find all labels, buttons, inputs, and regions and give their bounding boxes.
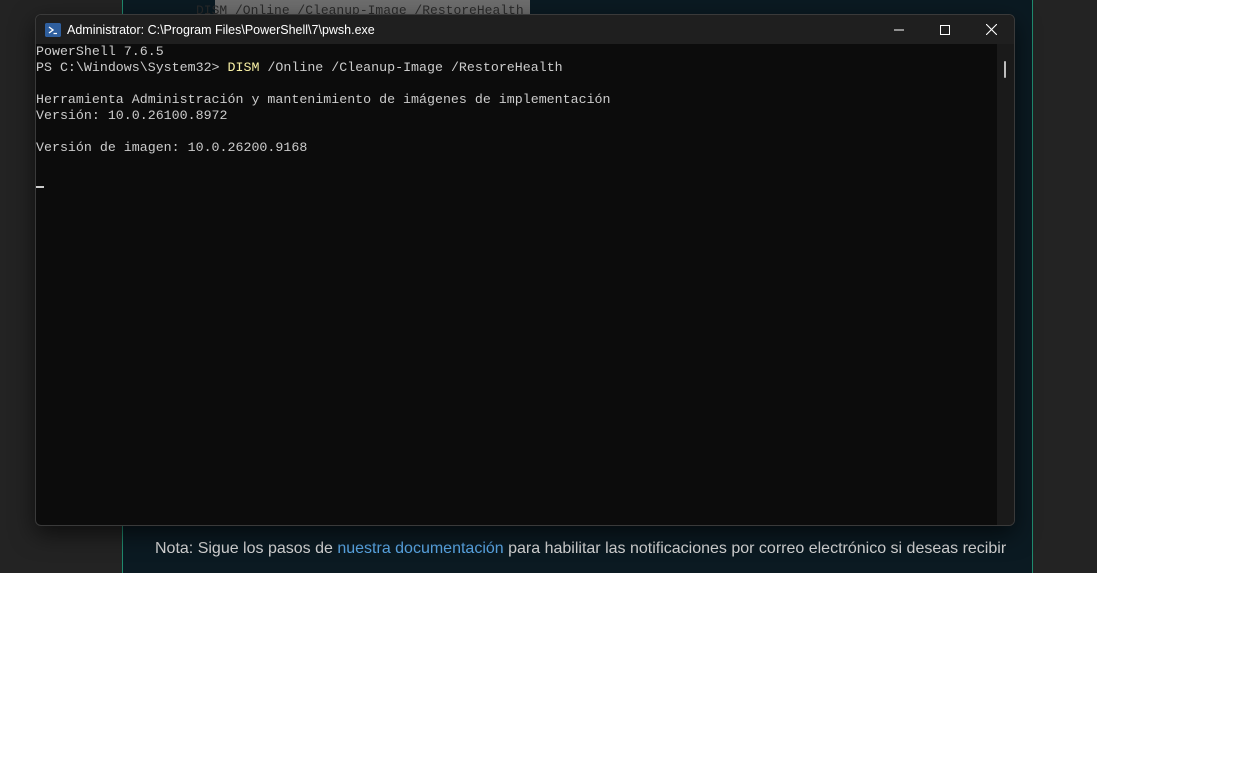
title-bar[interactable]: Administrator: C:\Program Files\PowerShe…	[36, 15, 1014, 44]
vertical-scrollbar[interactable]	[997, 44, 1014, 525]
powershell-icon	[45, 22, 61, 37]
close-icon	[985, 24, 997, 35]
scrollbar-thumb[interactable]	[1004, 61, 1006, 78]
command-line: PS C:\Windows\System32> DISM /Online /Cl…	[36, 60, 996, 76]
terminal-output[interactable]: PowerShell 7.6.5 PS C:\Windows\System32>…	[36, 44, 996, 525]
close-button[interactable]	[968, 15, 1014, 44]
window-title: Administrator: C:\Program Files\PowerShe…	[67, 22, 375, 37]
image-version-line: Versión de imagen: 10.0.26200.9168	[36, 140, 308, 155]
maximize-icon	[940, 24, 950, 35]
background-note: Nota: Sigue los pasos de nuestra documen…	[155, 540, 1025, 558]
minimize-icon	[894, 29, 904, 30]
minimize-button[interactable]	[876, 15, 922, 44]
window-controls	[876, 15, 1014, 44]
cursor-line	[36, 172, 996, 188]
note-suffix: para habilitar las notificaciones por co…	[503, 540, 1007, 557]
maximize-button[interactable]	[922, 15, 968, 44]
powershell-window[interactable]: Administrator: C:\Program Files\PowerShe…	[35, 14, 1015, 526]
note-prefix: Nota: Sigue los pasos de	[155, 540, 338, 557]
command-args: /Online /Cleanup-Image /RestoreHealth	[259, 60, 563, 75]
tool-title-line: Herramienta Administración y mantenimien…	[36, 92, 611, 107]
documentation-link[interactable]: nuestra documentación	[337, 540, 503, 557]
command-name: DISM	[227, 60, 260, 75]
tool-version-line: Versión: 10.0.26100.8972	[36, 108, 228, 123]
version-line: PowerShell 7.6.5	[36, 44, 164, 59]
text-cursor	[36, 186, 44, 188]
prompt: PS C:\Windows\System32>	[36, 60, 228, 75]
